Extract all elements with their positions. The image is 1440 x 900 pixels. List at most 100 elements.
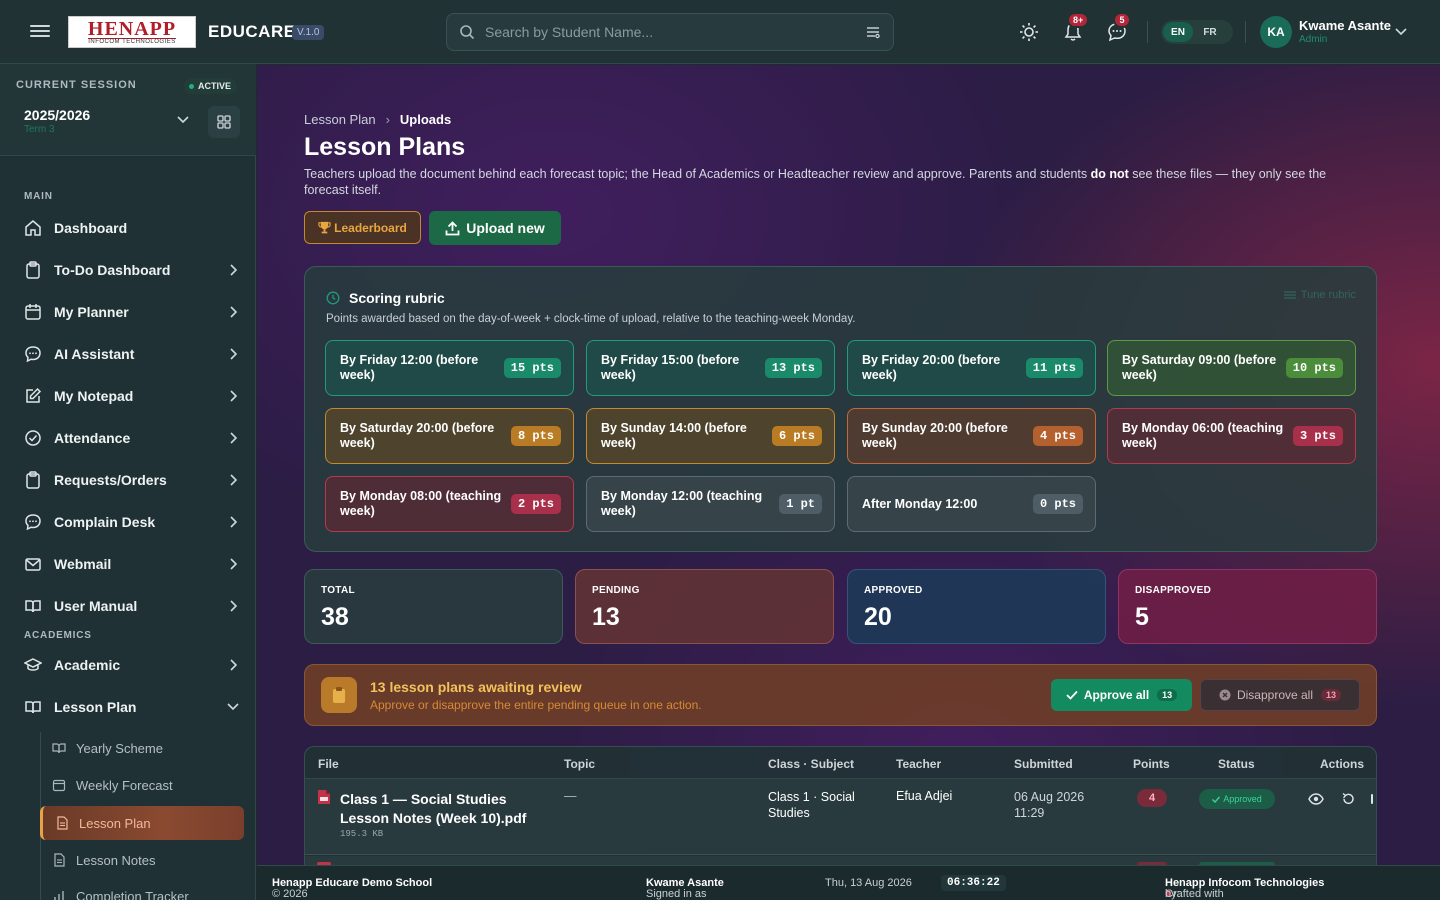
x-circle-icon	[1219, 689, 1231, 701]
upload-new-button[interactable]: Upload new	[429, 211, 561, 245]
footer-signed-in: Signed in as Kwame Asante	[646, 877, 724, 900]
column-header[interactable]: Topic	[564, 757, 595, 771]
company-logo[interactable]: HENAPP INFOCOM TECHNOLOGIES	[68, 16, 196, 48]
chevron-down-icon	[227, 703, 239, 711]
clipboard-icon	[321, 677, 357, 713]
tier-points-badge: 2 pts	[510, 494, 561, 514]
sidebar-item-ai-assistant[interactable]: AI Assistant	[24, 338, 240, 370]
table-row[interactable]	[305, 856, 1376, 865]
lang-en-button[interactable]: EN	[1163, 22, 1193, 42]
sidebar-item-academic[interactable]: Academic	[24, 649, 240, 681]
clipboard-icon	[26, 261, 40, 279]
sidebar-subitem-lesson-notes[interactable]: Lesson Notes	[52, 843, 242, 877]
graduation-cap-icon	[24, 658, 42, 671]
tier-label: After Monday 12:00	[862, 496, 978, 511]
sidebar-item-todo-dashboard[interactable]: To-Do Dashboard	[24, 254, 240, 286]
review-queue-banner: 13 lesson plans awaiting review Approve …	[304, 664, 1377, 726]
lang-fr-button[interactable]: FR	[1195, 22, 1225, 42]
sun-icon	[1020, 23, 1038, 41]
column-header[interactable]: Class · Subject	[768, 757, 854, 771]
sidebar-item-complain-desk[interactable]: Complain Desk	[24, 506, 240, 538]
teacher-cell: Efua Adjei	[896, 789, 953, 803]
stat-card-pending[interactable]: PENDING 13	[575, 569, 834, 644]
upload-label: Upload new	[466, 220, 545, 236]
session-year[interactable]: 2025/2026	[24, 107, 90, 123]
disapprove-all-label: Disapprove all	[1236, 688, 1314, 702]
description-text: Teachers upload the document behind each…	[304, 167, 1091, 181]
column-header[interactable]: Submitted	[1014, 757, 1073, 771]
breadcrumb-parent[interactable]: Lesson Plan	[304, 112, 376, 127]
sidebar-item-webmail[interactable]: Webmail	[24, 548, 240, 580]
version-badge: V.1.0	[292, 25, 325, 40]
user-name[interactable]: Kwame Asante	[1299, 18, 1391, 33]
footer-credits: Crafted with ♥ by: Henapp Infocom Techno…	[1165, 877, 1324, 900]
tier-points-badge: 1 pt	[779, 494, 822, 514]
sidebar-item-label: Attendance	[54, 430, 131, 446]
tier-label: By Friday 12:00 (before week)	[340, 353, 479, 382]
chat-bubble-icon	[25, 514, 41, 531]
tier-points-badge: 6 pts	[771, 426, 822, 446]
tier-label: By Friday 15:00 (before week)	[601, 353, 740, 382]
sidebar-subitem-weekly-forecast[interactable]: Weekly Forecast	[52, 768, 242, 802]
sidebar-item-label: Complain Desk	[54, 514, 156, 530]
avatar[interactable]: KA	[1260, 16, 1292, 48]
sidebar-item-attendance[interactable]: Attendance	[24, 422, 240, 454]
search-icon	[460, 25, 475, 40]
submitted-cell: 06 Aug 2026 11:29	[1014, 790, 1085, 820]
view-eye-icon[interactable]	[1308, 793, 1324, 805]
footer-copyright: © 2026 Henapp Educare Demo School	[272, 877, 432, 900]
rubric-tier: By Friday 15:00 (before week) 13 pts	[586, 340, 835, 396]
tune-rubric-link[interactable]: Tune rubric	[1283, 289, 1356, 301]
sidebar-item-requests-orders[interactable]: Requests/Orders	[24, 464, 240, 496]
sidebar-subitem-completion-tracker[interactable]: Completion Tracker	[52, 879, 242, 900]
apps-grid-button[interactable]	[208, 106, 240, 138]
sidebar-item-my-notepad[interactable]: My Notepad	[24, 380, 240, 412]
notifications-button[interactable]: 8+	[1061, 12, 1090, 44]
approve-all-button[interactable]: Approve all 13	[1051, 679, 1192, 711]
sidebar-subitem-lesson-plan[interactable]: Lesson Plan	[40, 806, 244, 840]
disapprove-all-button[interactable]: Disapprove all 13	[1200, 679, 1360, 711]
leaderboard-label: Leaderboard	[334, 220, 407, 235]
sidebar: CURRENT SESSION ACTIVE 2025/2026 Term 3 …	[0, 64, 256, 900]
file-name-link[interactable]: Class 1 — Social Studies Lesson Notes (W…	[340, 790, 550, 828]
sidebar-item-user-manual[interactable]: User Manual	[24, 590, 240, 622]
status-label: Approved	[1223, 794, 1262, 804]
tier-label: By Saturday 20:00 (before week)	[340, 421, 495, 450]
chevron-down-icon[interactable]	[1395, 27, 1407, 37]
column-header[interactable]: File	[318, 757, 339, 771]
column-header[interactable]: Points	[1133, 757, 1170, 771]
column-header[interactable]: Teacher	[896, 757, 941, 771]
stat-card-approved[interactable]: APPROVED 20	[847, 569, 1106, 644]
revert-icon[interactable]	[1341, 792, 1355, 806]
status-badge: Approved	[1199, 789, 1275, 809]
stat-card-disapproved[interactable]: DISAPPROVED 5	[1118, 569, 1377, 644]
stat-label: PENDING	[592, 585, 640, 596]
tier-points-badge: 8 pts	[510, 426, 561, 446]
sidebar-item-my-planner[interactable]: My Planner	[24, 296, 240, 328]
more-actions-icon[interactable]	[1371, 794, 1373, 804]
search-input[interactable]	[485, 24, 865, 40]
sidebar-item-dashboard[interactable]: Dashboard	[24, 212, 240, 244]
rubric-subtitle: Points awarded based on the day-of-week …	[326, 313, 856, 325]
sidebar-subitem-yearly-scheme[interactable]: Yearly Scheme	[52, 731, 242, 765]
document-icon	[54, 853, 65, 867]
stat-value: 20	[864, 603, 892, 631]
stat-value: 13	[592, 603, 620, 631]
menu-toggle-icon[interactable]	[30, 22, 50, 42]
theme-toggle-button[interactable]	[1017, 20, 1041, 44]
column-header[interactable]: Actions	[1320, 757, 1364, 771]
chevron-down-icon[interactable]	[176, 114, 190, 126]
leaderboard-button[interactable]: Leaderboard	[304, 211, 421, 244]
sidebar-item-label: My Notepad	[54, 388, 134, 404]
logo-text: HENAPP	[87, 17, 177, 40]
messages-button[interactable]: 5	[1105, 12, 1131, 44]
column-header[interactable]: Status	[1218, 757, 1255, 771]
sidebar-item-lesson-plan[interactable]: Lesson Plan	[24, 691, 240, 723]
chevron-right-icon	[230, 306, 237, 318]
stat-card-total[interactable]: TOTAL 38	[304, 569, 563, 644]
sidebar-item-label: AI Assistant	[54, 346, 135, 362]
class-subject-cell: Class 1 · Social Studies	[768, 790, 855, 820]
filter-icon[interactable]	[865, 24, 881, 40]
table-row[interactable]: Class 1 — Social Studies Lesson Notes (W…	[305, 779, 1376, 855]
chevron-right-icon	[230, 600, 237, 612]
